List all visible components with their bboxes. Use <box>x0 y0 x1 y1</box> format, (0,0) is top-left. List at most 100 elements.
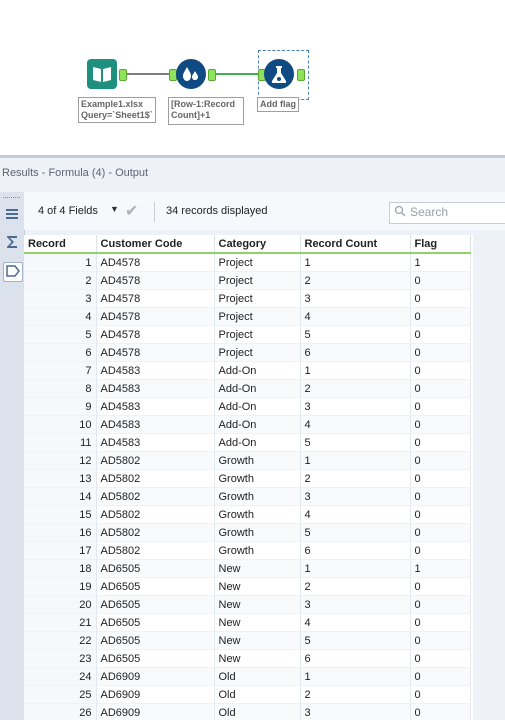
cell-record[interactable]: 8 <box>24 379 97 398</box>
cell-flag[interactable]: 0 <box>410 451 471 470</box>
table-row[interactable]: 16 AD5802 Growth 5 0 <box>24 523 471 542</box>
cell-customer-code[interactable]: AD5802 <box>96 451 215 470</box>
cell-category[interactable]: Add-On <box>214 415 301 434</box>
cell-flag[interactable]: 0 <box>410 307 471 326</box>
cell-customer-code[interactable]: AD6909 <box>96 685 215 704</box>
cell-customer-code[interactable]: AD6909 <box>96 667 215 686</box>
table-row[interactable]: 25 AD6909 Old 2 0 <box>24 685 471 704</box>
workflow-canvas[interactable]: Example1.xlsx Query=`Sheet1$` [Row-1:Rec… <box>0 0 505 155</box>
cell-record-count[interactable]: 3 <box>300 289 411 308</box>
column-header-customer-code[interactable]: Customer Code <box>96 235 215 254</box>
cell-flag[interactable]: 0 <box>410 631 471 650</box>
table-row[interactable]: 21 AD6505 New 4 0 <box>24 613 471 632</box>
cell-record[interactable]: 4 <box>24 307 97 326</box>
cell-flag[interactable]: 0 <box>410 361 471 380</box>
cell-record-count[interactable]: 2 <box>300 577 411 596</box>
cell-flag[interactable]: 0 <box>410 379 471 398</box>
cell-record-count[interactable]: 3 <box>300 703 411 720</box>
cell-flag[interactable]: 0 <box>410 685 471 704</box>
cell-flag[interactable]: 0 <box>410 415 471 434</box>
cell-category[interactable]: Old <box>214 685 301 704</box>
cell-record[interactable]: 19 <box>24 577 97 596</box>
cell-customer-code[interactable]: AD6505 <box>96 559 215 578</box>
table-row[interactable]: 15 AD5802 Growth 4 0 <box>24 505 471 524</box>
cell-record-count[interactable]: 1 <box>300 451 411 470</box>
chevron-down-icon[interactable]: ▼ <box>110 204 119 214</box>
multirow-tool-output-anchor[interactable] <box>208 69 216 81</box>
cell-record[interactable]: 20 <box>24 595 97 614</box>
cell-flag[interactable]: 0 <box>410 433 471 452</box>
table-row[interactable]: 6 AD4578 Project 6 0 <box>24 343 471 362</box>
cell-category[interactable]: Growth <box>214 487 301 506</box>
results-pane-divider[interactable] <box>0 155 505 158</box>
cell-category[interactable]: New <box>214 577 301 596</box>
cell-flag[interactable]: 1 <box>410 253 471 272</box>
cell-category[interactable]: Add-On <box>214 433 301 452</box>
cell-category[interactable]: Growth <box>214 505 301 524</box>
cell-record-count[interactable]: 2 <box>300 379 411 398</box>
cell-record[interactable]: 26 <box>24 703 97 720</box>
cell-record[interactable]: 17 <box>24 541 97 560</box>
cell-customer-code[interactable]: AD4578 <box>96 325 215 344</box>
cell-record-count[interactable]: 5 <box>300 325 411 344</box>
cell-record-count[interactable]: 5 <box>300 631 411 650</box>
cell-record[interactable]: 5 <box>24 325 97 344</box>
cell-record[interactable]: 24 <box>24 667 97 686</box>
cell-record-count[interactable]: 2 <box>300 469 411 488</box>
table-row[interactable]: 24 AD6909 Old 1 0 <box>24 667 471 686</box>
cell-flag[interactable]: 0 <box>410 271 471 290</box>
table-row[interactable]: 3 AD4578 Project 3 0 <box>24 289 471 308</box>
cell-customer-code[interactable]: AD6909 <box>96 703 215 720</box>
column-header-category[interactable]: Category <box>214 235 301 254</box>
table-row[interactable]: 4 AD4578 Project 4 0 <box>24 307 471 326</box>
sigma-icon[interactable] <box>3 234 21 252</box>
list-view-icon[interactable] <box>3 206 21 224</box>
cell-record-count[interactable]: 5 <box>300 523 411 542</box>
cell-record[interactable]: 13 <box>24 469 97 488</box>
table-row[interactable]: 11 AD4583 Add-On 5 0 <box>24 433 471 452</box>
table-row[interactable]: 10 AD4583 Add-On 4 0 <box>24 415 471 434</box>
cell-record-count[interactable]: 2 <box>300 685 411 704</box>
table-row[interactable]: 7 AD4583 Add-On 1 0 <box>24 361 471 380</box>
table-row[interactable]: 17 AD5802 Growth 6 0 <box>24 541 471 560</box>
cell-customer-code[interactable]: AD5802 <box>96 487 215 506</box>
cell-flag[interactable]: 0 <box>410 397 471 416</box>
cell-record-count[interactable]: 6 <box>300 343 411 362</box>
cell-customer-code[interactable]: AD5802 <box>96 469 215 488</box>
search-box[interactable] <box>389 202 505 224</box>
cell-customer-code[interactable]: AD4583 <box>96 397 215 416</box>
cell-category[interactable]: Project <box>214 307 301 326</box>
cell-category[interactable]: Project <box>214 325 301 344</box>
cell-flag[interactable]: 0 <box>410 541 471 560</box>
cell-flag[interactable]: 0 <box>410 595 471 614</box>
cell-customer-code[interactable]: AD4578 <box>96 289 215 308</box>
input-data-tool[interactable] <box>87 59 117 89</box>
column-header-record-count[interactable]: Record Count <box>300 235 411 254</box>
table-row[interactable]: 13 AD5802 Growth 2 0 <box>24 469 471 488</box>
table-row[interactable]: 9 AD4583 Add-On 3 0 <box>24 397 471 416</box>
tag-icon[interactable] <box>3 262 23 282</box>
cell-record[interactable]: 18 <box>24 559 97 578</box>
cell-record-count[interactable]: 3 <box>300 487 411 506</box>
multi-row-formula-tool[interactable] <box>176 59 206 89</box>
cell-record[interactable]: 10 <box>24 415 97 434</box>
cell-customer-code[interactable]: AD6505 <box>96 631 215 650</box>
cell-customer-code[interactable]: AD6505 <box>96 577 215 596</box>
cell-customer-code[interactable]: AD5802 <box>96 541 215 560</box>
cell-customer-code[interactable]: AD4578 <box>96 307 215 326</box>
cell-record[interactable]: 2 <box>24 271 97 290</box>
table-row[interactable]: 26 AD6909 Old 3 0 <box>24 703 471 720</box>
cell-category[interactable]: New <box>214 559 301 578</box>
checkmark-icon[interactable]: ✔ <box>125 201 138 221</box>
table-row[interactable]: 5 AD4578 Project 5 0 <box>24 325 471 344</box>
cell-record[interactable]: 21 <box>24 613 97 632</box>
cell-record-count[interactable]: 4 <box>300 415 411 434</box>
cell-record-count[interactable]: 1 <box>300 361 411 380</box>
column-header-record[interactable]: Record <box>24 235 97 254</box>
cell-category[interactable]: Growth <box>214 469 301 488</box>
cell-record[interactable]: 9 <box>24 397 97 416</box>
cell-flag[interactable]: 0 <box>410 343 471 362</box>
cell-record-count[interactable]: 5 <box>300 433 411 452</box>
cell-customer-code[interactable]: AD4583 <box>96 361 215 380</box>
cell-record-count[interactable]: 3 <box>300 595 411 614</box>
